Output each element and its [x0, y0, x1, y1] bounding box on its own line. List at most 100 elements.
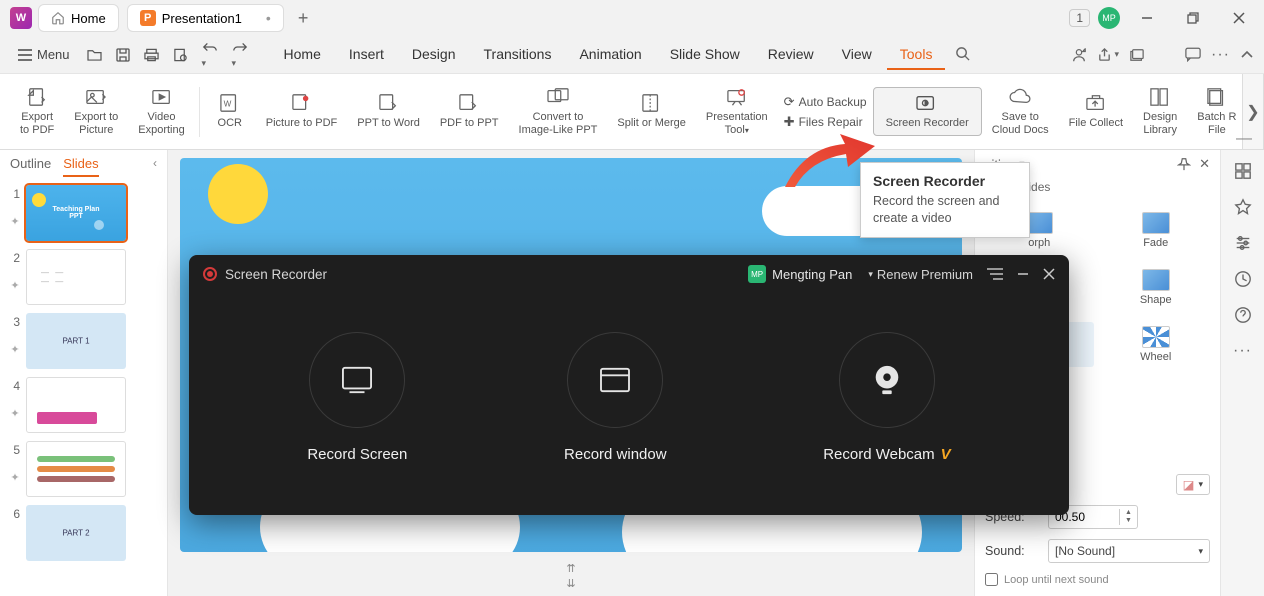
- loop-checkbox[interactable]: [985, 573, 998, 586]
- menu-tab-home[interactable]: Home: [271, 40, 334, 70]
- layout-icon[interactable]: [1234, 162, 1252, 180]
- record-webcam-button[interactable]: Record WebcamV: [823, 332, 950, 463]
- sound-select[interactable]: [No Sound]▾: [1048, 539, 1210, 563]
- tooltip-desc: Record the screen and create a video: [873, 193, 1017, 227]
- record-window-button[interactable]: Record window: [564, 332, 667, 463]
- close-panel-icon[interactable]: ✕: [1199, 156, 1210, 172]
- close-button[interactable]: [1220, 4, 1258, 32]
- design-library-button[interactable]: Design Library: [1133, 82, 1187, 141]
- next-slide-icon[interactable]: ⇊: [566, 577, 575, 590]
- star-icon[interactable]: [1234, 198, 1252, 216]
- print-icon[interactable]: [139, 45, 164, 65]
- slide-thumbnail-3[interactable]: PART 1: [26, 313, 126, 369]
- pdf-to-ppt-button[interactable]: PDF to PPT: [430, 88, 509, 134]
- recorder-username: Mengting Pan: [772, 267, 852, 282]
- redo-button[interactable]: ▾: [227, 38, 253, 72]
- auto-backup-button[interactable]: ⟳Auto Backup: [784, 94, 867, 110]
- files-repair-button[interactable]: ✚Files Repair: [784, 114, 867, 130]
- animation-indicator-icon: ✦: [10, 279, 19, 292]
- tab-document-label: Presentation1: [162, 11, 242, 26]
- thumb-number: 1: [10, 185, 20, 201]
- slide-thumbnail-2[interactable]: [26, 249, 126, 305]
- save-icon[interactable]: [111, 45, 135, 65]
- save-cloud-button[interactable]: Save to Cloud Docs: [982, 82, 1059, 141]
- thumb-number: 3: [10, 313, 20, 329]
- more-vertical-icon[interactable]: ···: [1233, 342, 1252, 360]
- sliders-icon[interactable]: [1234, 234, 1252, 252]
- transition-shape[interactable]: Shape: [1102, 265, 1211, 310]
- transition-fade[interactable]: Fade: [1102, 208, 1211, 253]
- export-icon[interactable]: ▾: [1097, 47, 1119, 62]
- window-counter[interactable]: 1: [1069, 9, 1090, 27]
- fade-icon: [1142, 212, 1170, 234]
- more-icon[interactable]: ···: [1211, 46, 1230, 64]
- menu-tab-review[interactable]: Review: [755, 40, 827, 70]
- undo-button[interactable]: ▾: [197, 38, 223, 72]
- picture-to-pdf-button[interactable]: Picture to PDF: [256, 88, 348, 134]
- help-icon[interactable]: [1234, 306, 1252, 324]
- title-bar: W Home P Presentation1 • + 1 MP: [0, 0, 1264, 36]
- outline-tab[interactable]: Outline: [10, 156, 51, 177]
- panel-collapse-icon[interactable]: ‹: [153, 156, 157, 177]
- transition-wheel[interactable]: Wheel: [1102, 322, 1211, 367]
- record-screen-label: Record Screen: [307, 446, 407, 463]
- slide-thumbnail-5[interactable]: [26, 441, 126, 497]
- export-picture-button[interactable]: Export to Picture: [64, 82, 128, 141]
- window-icon[interactable]: [1129, 48, 1145, 62]
- user-avatar[interactable]: MP: [1098, 7, 1120, 29]
- restore-button[interactable]: [1174, 4, 1212, 32]
- recorder-close-icon[interactable]: [1043, 268, 1055, 280]
- slide-thumbnail-1[interactable]: Teaching Plan PPT: [26, 185, 126, 241]
- add-tab-button[interactable]: +: [298, 8, 309, 29]
- chat-icon[interactable]: [1185, 47, 1201, 62]
- prev-slide-icon[interactable]: ⇈: [566, 562, 575, 575]
- menu-tab-animation[interactable]: Animation: [566, 40, 654, 70]
- design-library-label: Design Library: [1143, 111, 1177, 137]
- print-preview-icon[interactable]: [168, 45, 193, 65]
- minimize-button[interactable]: [1128, 4, 1166, 32]
- slides-tab[interactable]: Slides: [63, 156, 98, 177]
- renew-premium-button[interactable]: ▾Renew Premium: [868, 267, 973, 282]
- sound-label: Sound:: [985, 544, 1040, 558]
- open-icon[interactable]: [82, 45, 107, 64]
- ppt-to-word-button[interactable]: PPT to Word: [347, 88, 430, 134]
- slide-thumbnails: 1✦ Teaching Plan PPT 2✦ 3✦ PART 1 4✦ 5✦ …: [0, 177, 167, 596]
- pin-icon[interactable]: [1177, 157, 1191, 171]
- recorder-minimize-icon[interactable]: [1017, 268, 1029, 280]
- tab-home[interactable]: Home: [38, 4, 119, 32]
- slide-thumbnail-6[interactable]: PART 2: [26, 505, 126, 561]
- menu-tab-tools[interactable]: Tools: [887, 40, 946, 70]
- eraser-dropdown[interactable]: ◪▾: [1176, 474, 1210, 495]
- split-merge-button[interactable]: Split or Merge: [607, 88, 695, 134]
- main-menu-button[interactable]: Menu: [10, 43, 78, 66]
- record-screen-button[interactable]: Record Screen: [307, 332, 407, 463]
- ocr-button[interactable]: W OCR: [204, 88, 256, 134]
- tab-document[interactable]: P Presentation1 •: [127, 4, 284, 32]
- eraser-icon: ◪: [1183, 477, 1195, 492]
- export-pdf-button[interactable]: Export to PDF: [10, 82, 64, 141]
- rail-collapse-icon[interactable]: —: [1236, 130, 1252, 148]
- collapse-ribbon-icon[interactable]: [1240, 50, 1254, 60]
- history-icon[interactable]: [1234, 270, 1252, 288]
- pdf-to-ppt-label: PDF to PPT: [440, 117, 499, 130]
- share-icon[interactable]: [1071, 47, 1087, 63]
- video-exporting-button[interactable]: Video Exporting: [128, 82, 194, 141]
- menu-tab-slideshow[interactable]: Slide Show: [657, 40, 753, 70]
- right-rail: — ···: [1220, 150, 1264, 596]
- screen-recorder-button[interactable]: Screen Recorder: [873, 87, 982, 135]
- menu-tab-transitions[interactable]: Transitions: [471, 40, 565, 70]
- presentation-tool-button[interactable]: Presentation Tool▾: [696, 82, 778, 141]
- menu-tab-insert[interactable]: Insert: [336, 40, 397, 70]
- menu-tab-design[interactable]: Design: [399, 40, 469, 70]
- spin-down-icon[interactable]: ▼: [1120, 517, 1137, 525]
- thumb-number: 2: [10, 249, 20, 265]
- slide-thumbnail-4[interactable]: [26, 377, 126, 433]
- file-collect-button[interactable]: File Collect: [1059, 88, 1133, 134]
- recorder-menu-icon[interactable]: [987, 268, 1003, 280]
- convert-imagelike-button[interactable]: Convert to Image-Like PPT: [509, 82, 608, 141]
- spin-up-icon[interactable]: ▲: [1120, 509, 1137, 517]
- thumb-number: 5: [10, 441, 20, 457]
- menu-tab-view[interactable]: View: [829, 40, 885, 70]
- ribbon: Export to PDF Export to Picture Video Ex…: [0, 74, 1264, 150]
- search-icon[interactable]: [947, 40, 978, 70]
